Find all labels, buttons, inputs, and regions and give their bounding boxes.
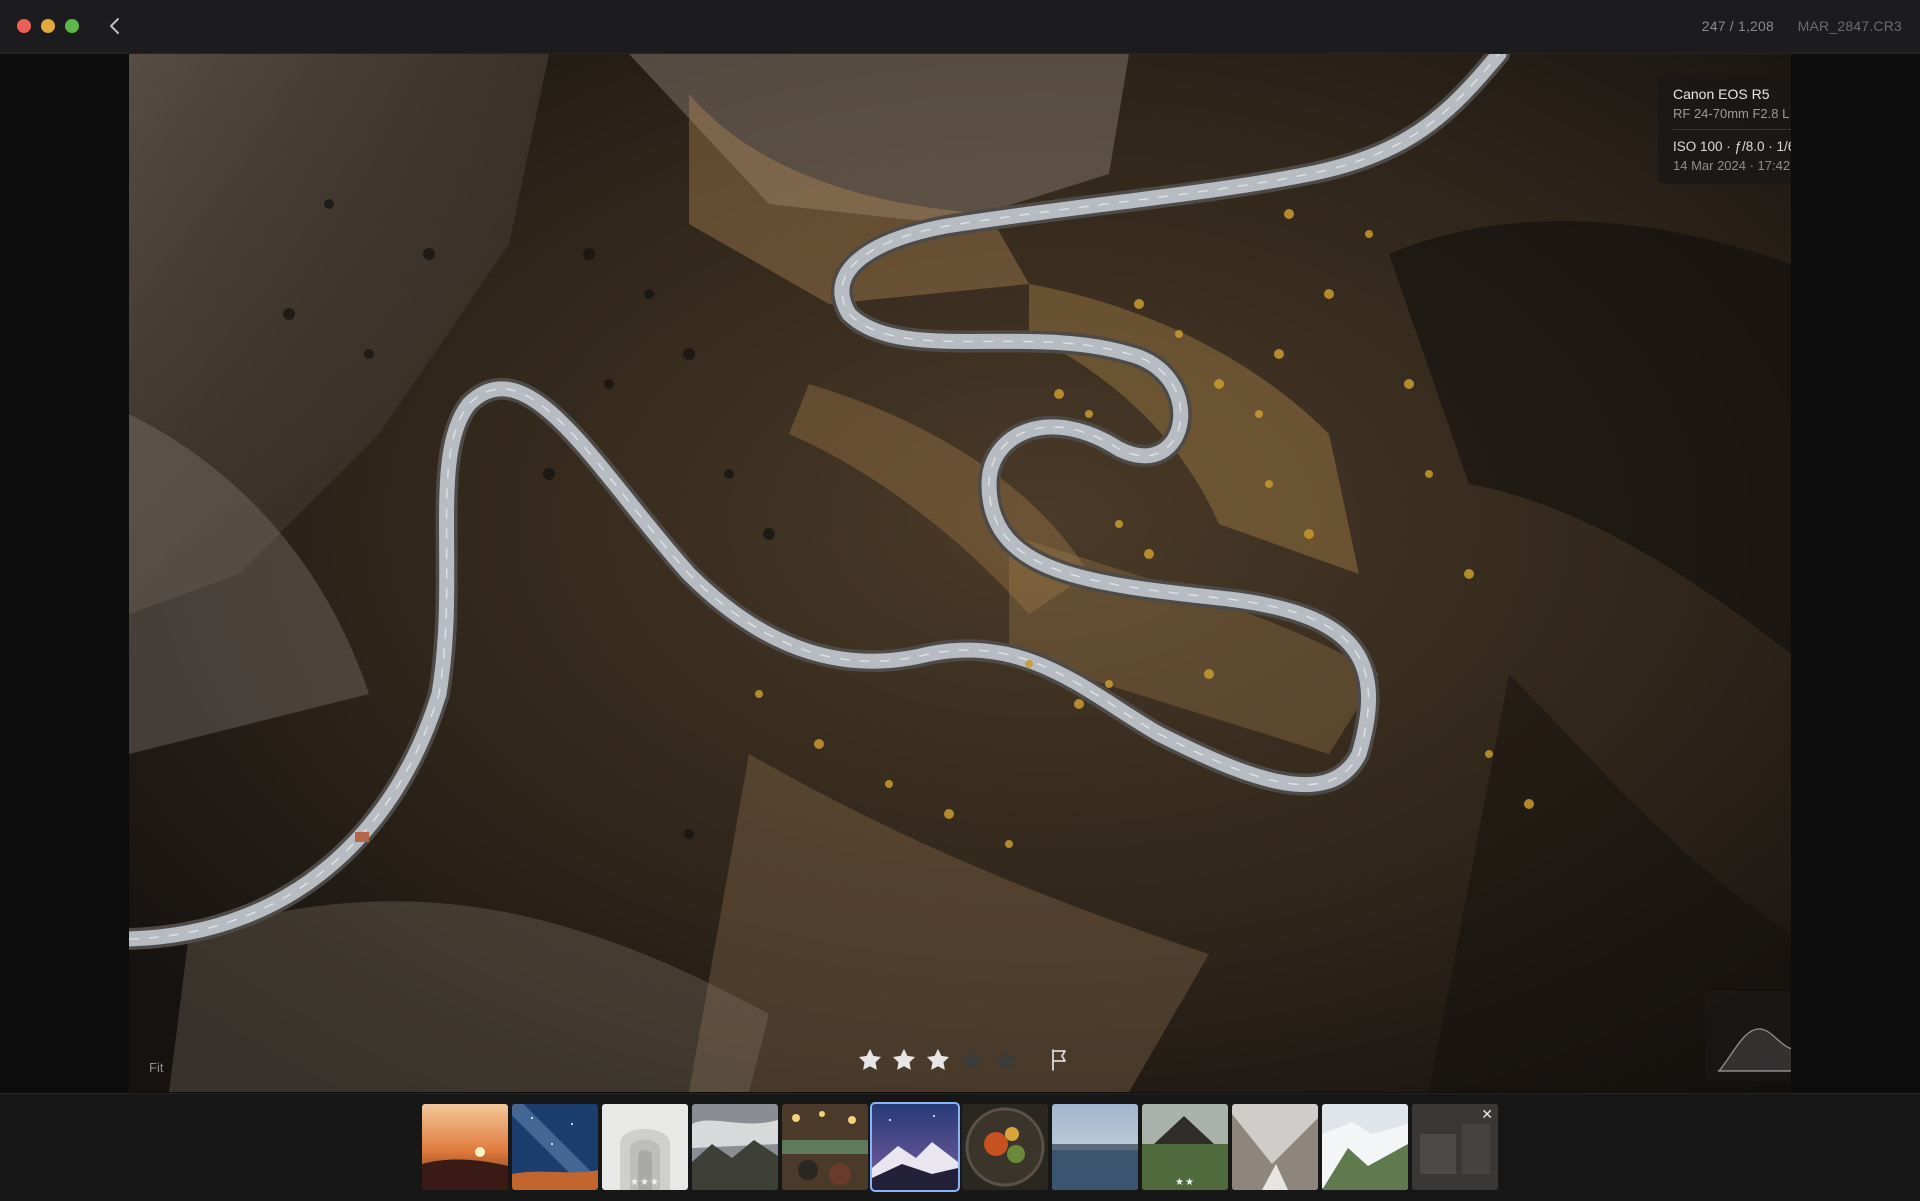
star-5-icon[interactable] bbox=[992, 1046, 1020, 1074]
filmstrip: ★★★ ★★ ✕ bbox=[0, 1093, 1920, 1201]
viewer-stage: Canon EOS R5 RF 24-70mm F2.8 L IS USM IS… bbox=[0, 54, 1920, 1092]
close-window-button[interactable] bbox=[17, 19, 31, 33]
title-bar: 247 / 1,208 MAR_2847.CR3 bbox=[0, 0, 1920, 54]
thumbnail[interactable] bbox=[692, 1104, 778, 1190]
capture-date: 14 Mar 2024 · 17:42 bbox=[1673, 158, 1791, 173]
star-2-icon[interactable] bbox=[890, 1046, 918, 1074]
thumbnail[interactable] bbox=[1322, 1104, 1408, 1190]
thumbnail[interactable] bbox=[422, 1104, 508, 1190]
thumbnail[interactable] bbox=[512, 1104, 598, 1190]
zoom-mode-label[interactable]: Fit bbox=[149, 1060, 163, 1075]
close-icon[interactable]: ✕ bbox=[1481, 1107, 1493, 1121]
histogram bbox=[1705, 991, 1791, 1081]
thumbnail[interactable]: ★★★ bbox=[602, 1104, 688, 1190]
chevron-left-icon bbox=[110, 18, 119, 34]
thumbnail-selected[interactable] bbox=[870, 1102, 960, 1192]
main-photo[interactable]: Canon EOS R5 RF 24-70mm F2.8 L IS USM IS… bbox=[129, 54, 1791, 1092]
zoom-window-button[interactable] bbox=[65, 19, 79, 33]
thumbnail[interactable] bbox=[962, 1104, 1048, 1190]
file-name: MAR_2847.CR3 bbox=[1797, 18, 1902, 34]
thumbnail[interactable] bbox=[1052, 1104, 1138, 1190]
thumbnail[interactable]: ★★ bbox=[1142, 1104, 1228, 1190]
thumbnail[interactable] bbox=[1232, 1104, 1318, 1190]
photo-counter: 247 / 1,208 bbox=[1701, 18, 1774, 34]
flag-icon[interactable] bbox=[1048, 1047, 1070, 1073]
info-divider bbox=[1673, 129, 1791, 130]
exif-info-panel: Canon EOS R5 RF 24-70mm F2.8 L IS USM IS… bbox=[1658, 74, 1791, 184]
thumbnail-rating: ★★★ bbox=[630, 1177, 660, 1188]
star-3-icon[interactable] bbox=[924, 1046, 952, 1074]
lens-model: RF 24-70mm F2.8 L IS USM bbox=[1673, 106, 1791, 121]
back-button[interactable] bbox=[104, 14, 126, 38]
star-rating bbox=[856, 1044, 1070, 1076]
camera-model: Canon EOS R5 bbox=[1673, 86, 1770, 102]
star-4-icon[interactable] bbox=[958, 1046, 986, 1074]
thumbnail[interactable] bbox=[782, 1104, 868, 1190]
star-1-icon[interactable] bbox=[856, 1046, 884, 1074]
thumbnail[interactable]: ✕ bbox=[1412, 1104, 1498, 1190]
minimize-window-button[interactable] bbox=[41, 19, 55, 33]
thumbnail-rating: ★★ bbox=[1175, 1177, 1195, 1188]
exposure-settings: ISO 100 · ƒ/8.0 · 1/640 s · 35 mm bbox=[1673, 139, 1791, 154]
